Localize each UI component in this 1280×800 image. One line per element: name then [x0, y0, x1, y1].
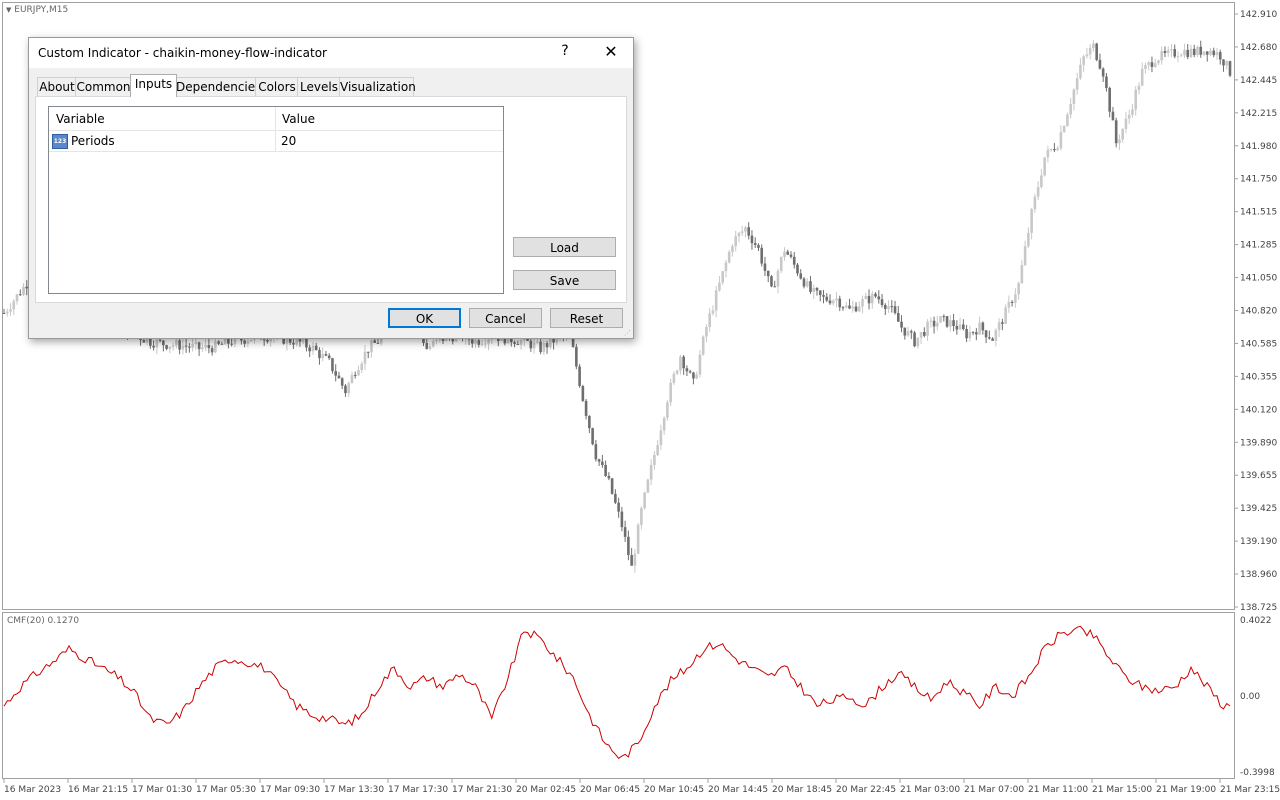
price-label: 140.820 — [1240, 307, 1277, 317]
candle — [669, 378, 672, 406]
candle — [1043, 157, 1046, 177]
ok-button[interactable]: OK — [388, 308, 461, 328]
price-label: 142.680 — [1240, 43, 1277, 53]
tab-inputs[interactable]: Inputs — [130, 74, 177, 97]
time-label: 20 Mar 14:45 — [708, 785, 768, 795]
price-label: 142.910 — [1240, 10, 1277, 20]
time-label: 17 Mar 09:30 — [260, 785, 320, 795]
candle — [770, 274, 773, 288]
candle — [646, 478, 650, 494]
column-header-variable[interactable]: Variable — [56, 112, 105, 126]
candle — [610, 477, 614, 495]
candle — [1062, 125, 1066, 133]
indicator-scale-label: -0.3998 — [1240, 768, 1275, 778]
save-button[interactable]: Save — [513, 270, 616, 290]
candle — [913, 330, 916, 348]
indicator-label: CMF(20) 0.1270 — [7, 616, 80, 626]
candle — [1114, 117, 1118, 148]
grid-header: Variable Value — [49, 107, 503, 131]
time-label: 17 Mar 17:30 — [388, 785, 448, 795]
price-axis: 142.910 142.680 142.445 142.215 141.980 141.7… — [1234, 10, 1277, 613]
tab-visualization[interactable]: Visualization — [339, 77, 416, 97]
tab-colors[interactable]: Colors — [255, 77, 299, 97]
column-header-value[interactable]: Value — [282, 112, 315, 126]
table-row[interactable]: 123 Periods 20 — [49, 131, 503, 152]
candle — [1095, 42, 1098, 62]
inputs-grid: Variable Value 123 Periods 20 — [48, 106, 504, 294]
time-label: 17 Mar 05:30 — [196, 785, 256, 795]
dialog-title: Custom Indicator - chaikin-money-flow-in… — [38, 46, 327, 60]
indicator-scale-label: 0.4022 — [1240, 616, 1272, 626]
custom-indicator-dialog: Custom Indicator - chaikin-money-flow-in… — [28, 37, 634, 339]
price-label: 139.890 — [1240, 438, 1277, 448]
integer-type-icon: 123 — [52, 134, 68, 149]
candle — [578, 363, 581, 388]
tab-levels[interactable]: Levels — [297, 77, 341, 97]
help-icon[interactable]: ? — [557, 43, 573, 59]
price-label: 140.585 — [1240, 339, 1277, 349]
column-divider[interactable] — [275, 107, 276, 130]
time-label: 17 Mar 21:30 — [452, 785, 512, 795]
time-label: 16 Mar 21:15 — [68, 785, 128, 795]
dialog-titlebar[interactable]: Custom Indicator - chaikin-money-flow-in… — [29, 38, 633, 68]
symbol-timeframe-text: EURJPY,M15 — [14, 5, 69, 15]
candle — [939, 315, 942, 323]
price-label: 138.960 — [1240, 570, 1277, 580]
tab-dependencies[interactable]: Dependencies — [175, 77, 261, 97]
time-label: 16 Mar 2023 — [4, 785, 61, 795]
price-label: 142.445 — [1240, 76, 1277, 86]
variable-name: Periods — [71, 134, 115, 148]
time-label: 17 Mar 01:30 — [132, 785, 192, 795]
inputs-panel: Variable Value 123 Periods 20 Load Save — [35, 96, 627, 303]
candle — [643, 491, 646, 510]
load-button[interactable]: Load — [513, 237, 616, 257]
price-label: 139.425 — [1240, 504, 1277, 514]
time-label: 20 Mar 10:45 — [644, 785, 704, 795]
indicator-scale-label: 0.00 — [1240, 692, 1260, 702]
tab-common[interactable]: Common — [75, 77, 132, 97]
time-label: 21 Mar 19:00 — [1156, 785, 1216, 795]
cell-divider — [275, 131, 276, 151]
candle — [591, 427, 594, 446]
close-icon[interactable]: ✕ — [599, 40, 623, 64]
time-label: 20 Mar 06:45 — [580, 785, 640, 795]
cancel-button[interactable]: Cancel — [469, 308, 542, 328]
candle — [581, 384, 585, 402]
price-label: 141.515 — [1240, 208, 1277, 218]
candle — [779, 256, 783, 274]
candle — [666, 400, 669, 421]
time-label: 20 Mar 22:45 — [836, 785, 896, 795]
price-label: 141.980 — [1240, 142, 1277, 152]
time-label: 17 Mar 13:30 — [324, 785, 384, 795]
time-label: 21 Mar 03:00 — [900, 785, 960, 795]
periods-value-field[interactable]: 20 — [281, 134, 296, 148]
symbol-label: ▼ EURJPY,M15 — [6, 5, 68, 15]
reset-button[interactable]: Reset — [550, 308, 623, 328]
candle — [1228, 60, 1232, 78]
price-label: 139.190 — [1240, 537, 1277, 547]
price-label: 141.285 — [1240, 241, 1277, 251]
resize-grip-icon[interactable]: ⋰ — [624, 329, 632, 337]
price-label: 141.050 — [1240, 274, 1277, 284]
time-label: 20 Mar 18:45 — [772, 785, 832, 795]
time-axis: 16 Mar 2023 16 Mar 21:15 17 Mar 01:30 17 Ma… — [3, 779, 1280, 795]
tab-about[interactable]: About — [37, 77, 77, 97]
indicator-axis: 0.4022 0.00 -0.3998 — [1240, 616, 1275, 778]
candle — [575, 343, 578, 370]
price-label: 140.120 — [1240, 405, 1277, 415]
time-label: 20 Mar 02:45 — [516, 785, 576, 795]
price-label: 138.725 — [1240, 603, 1277, 613]
candle — [701, 335, 705, 356]
price-label: 141.750 — [1240, 175, 1277, 185]
time-label: 21 Mar 11:00 — [1028, 785, 1088, 795]
time-label: 21 Mar 07:00 — [964, 785, 1024, 795]
candle — [636, 522, 640, 555]
price-label: 142.215 — [1240, 109, 1277, 119]
time-label: 21 Mar 23:15 — [1220, 785, 1280, 795]
candle — [945, 316, 949, 328]
price-label: 140.355 — [1240, 372, 1277, 382]
chevron-down-icon[interactable]: ▼ — [6, 6, 11, 14]
time-label: 21 Mar 15:00 — [1092, 785, 1152, 795]
price-label: 139.655 — [1240, 471, 1277, 481]
